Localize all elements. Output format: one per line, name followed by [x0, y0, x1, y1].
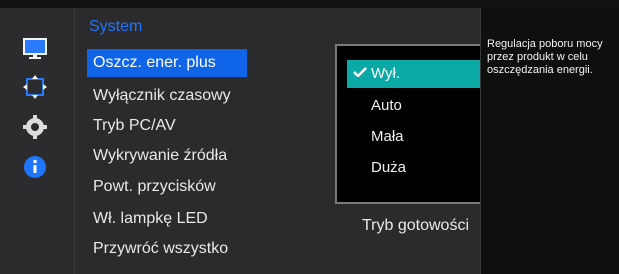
- section-title: System: [89, 18, 143, 35]
- main-menu-panel: System Oszcz. ener. plus Wyłącznik czaso…: [74, 8, 543, 274]
- dropdown-option-label: Mała: [371, 128, 404, 145]
- menu-item-przywroc-wszystko[interactable]: Przywróć wszystko: [87, 235, 247, 263]
- monitor-icon[interactable]: [22, 36, 48, 62]
- info-icon[interactable]: [22, 154, 48, 180]
- checkmark-icon: [353, 67, 367, 77]
- gear-icon[interactable]: [22, 114, 48, 140]
- menu-item-oszcz-ener-plus[interactable]: Oszcz. ener. plus: [87, 49, 247, 77]
- monitor-osd-menu: System Oszcz. ener. plus Wyłącznik czaso…: [0, 0, 619, 274]
- dropdown-option-label: Auto: [371, 97, 402, 114]
- help-panel: Regulacja poboru mocy przez produkt w ce…: [480, 8, 619, 274]
- category-rail: [0, 8, 74, 274]
- menu-item-wykrywanie-zrodla[interactable]: Wykrywanie źródła: [87, 142, 247, 170]
- menu-item-tryb-pc-av[interactable]: Tryb PC/AV: [87, 112, 247, 140]
- help-text: Regulacja poboru mocy przez produkt w ce…: [487, 38, 603, 76]
- dropdown-option-label: Wył.: [371, 65, 401, 82]
- led-lamp-value: Tryb gotowości: [362, 217, 469, 234]
- resize-arrows-icon[interactable]: [22, 74, 48, 100]
- menu-item-wylacznik-czasowy[interactable]: Wyłącznik czasowy: [87, 82, 247, 110]
- dropdown-option-label: Duża: [371, 159, 407, 176]
- menu-item-powt-przyciskow[interactable]: Powt. przycisków: [87, 173, 247, 201]
- menu-item-wl-lampke-led[interactable]: Wł. lampkę LED: [87, 205, 247, 233]
